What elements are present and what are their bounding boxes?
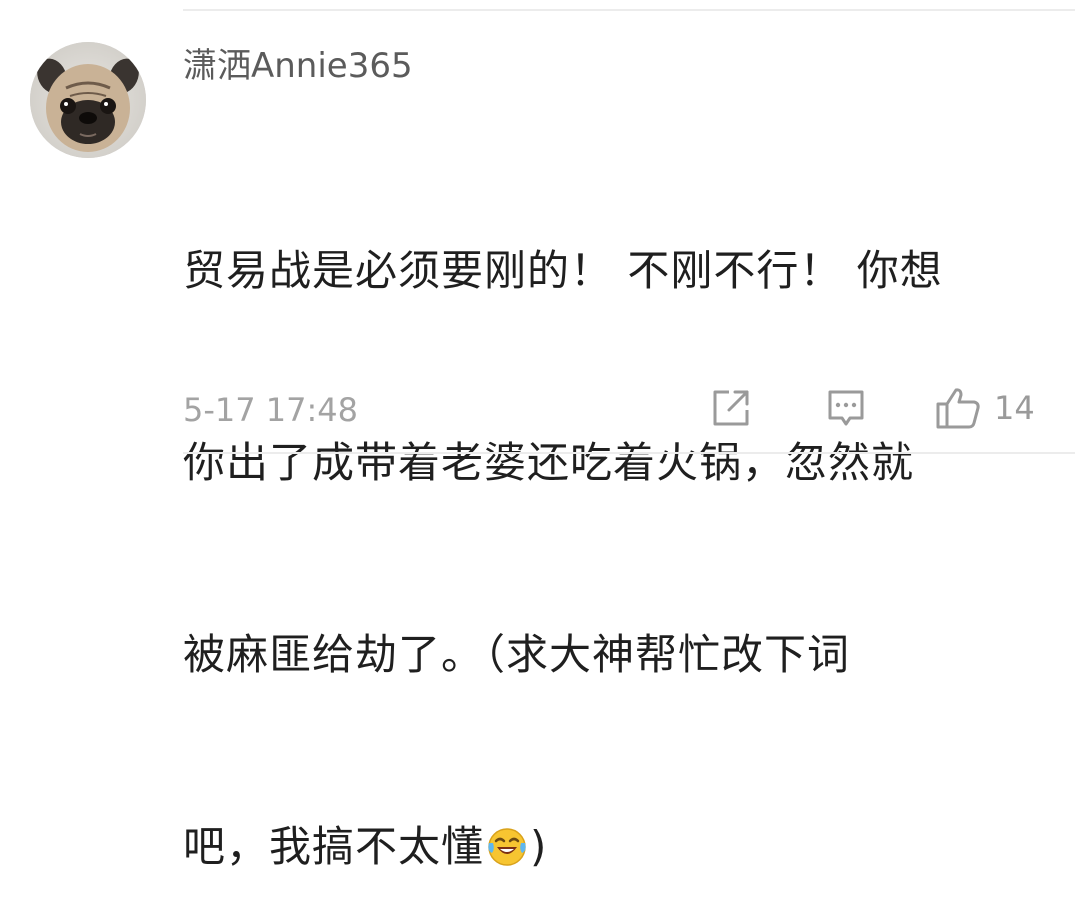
- thumbs-up-icon: [936, 388, 980, 429]
- comment-line-text: 吧，我搞不太懂: [183, 822, 485, 871]
- user-avatar[interactable]: [30, 42, 146, 158]
- like-count: 14: [994, 389, 1035, 427]
- share-icon: [713, 390, 749, 426]
- bottom-divider: [183, 452, 1075, 454]
- comment-line: 贸易战是必须要刚的！ 不刚不行！ 你想: [183, 246, 943, 295]
- username[interactable]: 潇洒Annie365: [183, 42, 413, 90]
- share-button[interactable]: [709, 386, 753, 430]
- pug-avatar-icon: [30, 42, 146, 158]
- comment-reply-icon: [828, 390, 864, 426]
- reply-button[interactable]: [824, 386, 868, 430]
- comment-text: 贸易战是必须要刚的！ 不刚不行！ 你想 你出了成带着老婆还吃着火锅，忽然就 被麻…: [183, 111, 1033, 916]
- comment-timestamp: 5-17 17:48: [183, 391, 359, 429]
- top-divider: [183, 9, 1075, 11]
- laughing-with-tears-icon: [488, 828, 526, 866]
- like-button[interactable]: 14: [934, 386, 1035, 430]
- closing-paren: ): [530, 822, 548, 871]
- comment-line: 你出了成带着老婆还吃着火锅，忽然就: [183, 438, 915, 487]
- comment-line: 被麻匪给劫了。（求大神帮忙改下词: [183, 630, 851, 679]
- comment-line-last: 吧，我搞不太懂 ): [183, 815, 1033, 879]
